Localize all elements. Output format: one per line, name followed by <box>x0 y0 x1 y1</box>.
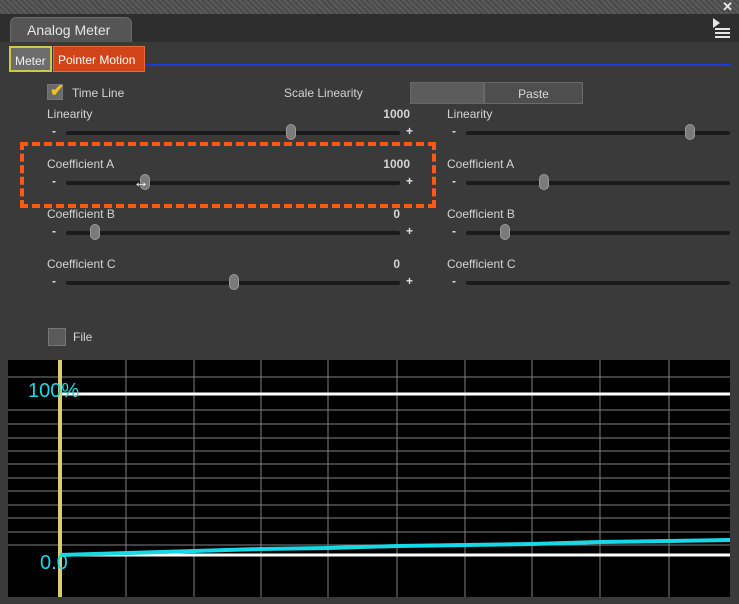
tab-underline <box>146 64 731 66</box>
slider-label: Coefficient B <box>47 207 115 221</box>
slider-knob[interactable] <box>229 274 239 290</box>
slider-label: Coefficient B <box>447 207 515 221</box>
timeline-label: Time Line <box>72 86 125 100</box>
decrement-button[interactable]: - <box>452 124 456 138</box>
decrement-button[interactable]: - <box>52 224 56 238</box>
decrement-button[interactable]: - <box>52 124 56 138</box>
window-tab-bar: Analog Meter <box>0 14 739 42</box>
upper-percent-label: 100% <box>28 380 80 402</box>
slider-knob[interactable] <box>539 174 549 190</box>
close-icon[interactable]: ✕ <box>722 0 733 15</box>
slider-knob[interactable] <box>286 124 296 140</box>
slider-track[interactable] <box>66 131 400 135</box>
graph-grid <box>8 360 730 597</box>
menu-bar-icon <box>715 28 730 30</box>
window-title-tab[interactable]: Analog Meter <box>10 17 132 42</box>
file-checkbox[interactable] <box>48 328 66 346</box>
slider-knob[interactable] <box>685 124 695 140</box>
resize-horizontal-cursor-icon: ↔ <box>133 174 149 191</box>
decrement-button[interactable]: - <box>452 224 456 238</box>
slider-track[interactable] <box>466 281 730 285</box>
decrement-button[interactable]: - <box>452 174 456 188</box>
slider-track[interactable] <box>466 181 730 185</box>
decrement-button[interactable]: - <box>452 274 456 288</box>
window-top-strip: ✕ <box>0 0 739 14</box>
graph-canvas <box>8 360 730 597</box>
coefficient-a-highlight <box>20 142 436 208</box>
lower-value-label: 0.0 <box>40 552 68 574</box>
slider-value: 0 <box>393 257 400 271</box>
menu-bar-icon <box>715 36 730 38</box>
decrement-button[interactable]: - <box>52 274 56 288</box>
paste-button[interactable]: Paste <box>484 82 583 104</box>
motion-curve <box>59 538 730 557</box>
checkmark-icon: ✔ <box>50 81 65 100</box>
increment-button[interactable]: + <box>406 124 413 138</box>
slider-track[interactable] <box>66 231 400 235</box>
slider-label: Coefficient A <box>447 157 515 171</box>
increment-button[interactable]: + <box>406 274 413 288</box>
tab-pointer-motion[interactable]: Pointer Motion <box>53 46 145 72</box>
slider-label: Coefficient C <box>447 257 516 271</box>
meter-panel: Meter Pointer Motion ✔ Time Line Scale L… <box>0 42 739 604</box>
increment-button[interactable]: + <box>406 224 413 238</box>
file-label: File <box>73 330 93 344</box>
copy-button[interactable] <box>410 82 484 104</box>
slider-knob[interactable] <box>500 224 510 240</box>
panel-menu-icon[interactable] <box>713 18 731 38</box>
scale-linearity-label: Scale Linearity <box>284 86 363 100</box>
slider-label: Linearity <box>447 107 493 121</box>
slider-value: 0 <box>393 207 400 221</box>
tab-meter[interactable]: Meter <box>9 46 52 72</box>
timeline-checkbox[interactable]: ✔ <box>47 81 65 100</box>
menu-arrow-icon <box>713 18 720 28</box>
slider-value: 1000 <box>383 107 410 121</box>
slider-knob[interactable] <box>90 224 100 240</box>
slider-label: Linearity <box>47 107 93 121</box>
motion-curve-graph: 100% 0.0 <box>8 360 730 597</box>
slider-label: Coefficient C <box>47 257 116 271</box>
menu-bar-icon <box>715 32 730 34</box>
